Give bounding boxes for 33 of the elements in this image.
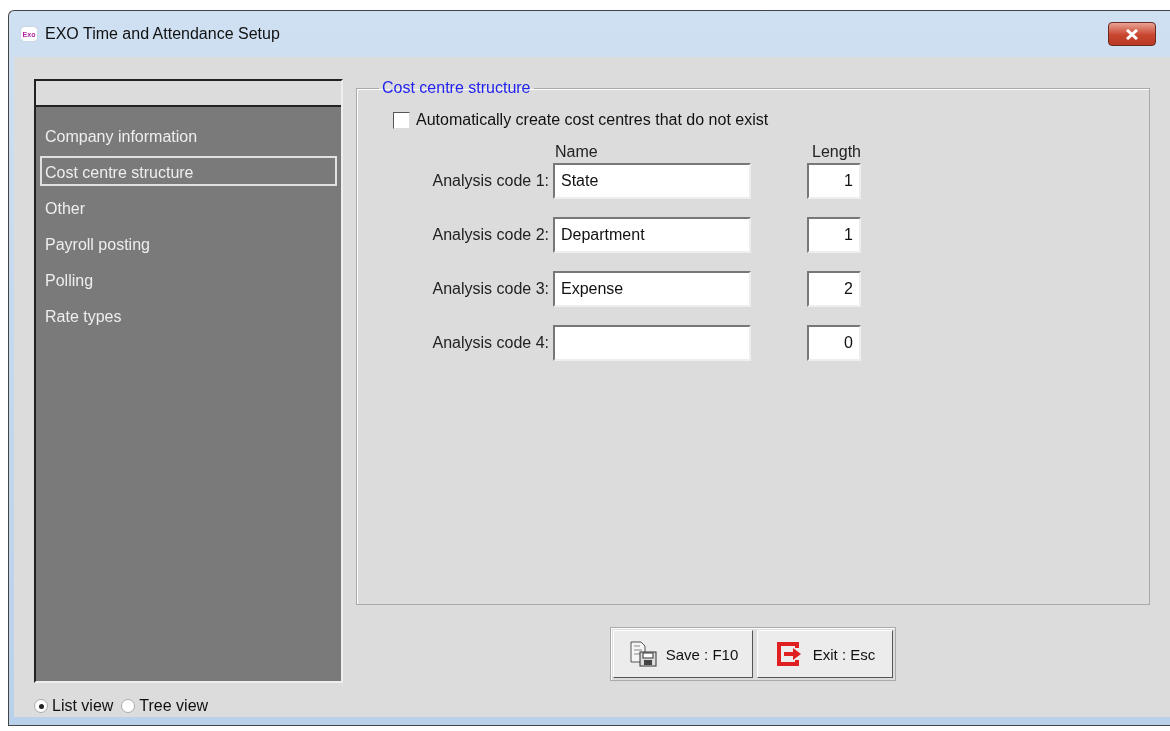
sidebar-item[interactable]: Cost centre structure bbox=[40, 156, 337, 186]
sidebar-item[interactable]: Polling bbox=[40, 264, 337, 294]
radio-label: List view bbox=[52, 697, 114, 715]
name-field[interactable] bbox=[553, 325, 751, 361]
name-field[interactable]: Department bbox=[553, 217, 751, 253]
exit-button[interactable]: Exit : Esc bbox=[757, 630, 893, 678]
close-button[interactable] bbox=[1108, 22, 1156, 46]
checkbox-label: Automatically create cost centres that do not exist bbox=[416, 111, 769, 129]
sidebar-item[interactable]: Payroll posting bbox=[40, 228, 337, 258]
length-field[interactable]: 1 bbox=[807, 217, 861, 253]
group-title: Cost centre structure bbox=[381, 79, 532, 97]
field-label: Analysis code 1: bbox=[431, 172, 550, 190]
radio-label: Tree view bbox=[139, 697, 209, 715]
save-icon bbox=[627, 640, 658, 668]
sidebar-item[interactable]: Rate types bbox=[40, 300, 337, 330]
save-button[interactable]: Save : F10 bbox=[613, 630, 753, 678]
name-field[interactable]: Expense bbox=[553, 271, 751, 307]
sidebar-item[interactable]: Company information bbox=[40, 120, 337, 150]
length-field[interactable]: 1 bbox=[807, 163, 861, 199]
checkbox[interactable] bbox=[393, 111, 410, 129]
window-title: EXO Time and Attendance Setup bbox=[45, 25, 281, 43]
column-header: Length bbox=[811, 143, 861, 161]
length-field[interactable]: 2 bbox=[807, 271, 861, 307]
radio-button[interactable] bbox=[34, 699, 48, 713]
field-label: Analysis code 4: bbox=[431, 334, 550, 352]
length-field[interactable]: 0 bbox=[807, 325, 861, 361]
column-header: Name bbox=[554, 143, 599, 161]
sidebar-item[interactable]: Other bbox=[40, 192, 337, 222]
field-label: Analysis code 3: bbox=[431, 280, 550, 298]
radio-button[interactable] bbox=[121, 699, 136, 713]
name-field[interactable]: State bbox=[553, 163, 751, 199]
close-icon bbox=[1125, 28, 1139, 40]
field-label: Analysis code 2: bbox=[431, 226, 550, 244]
